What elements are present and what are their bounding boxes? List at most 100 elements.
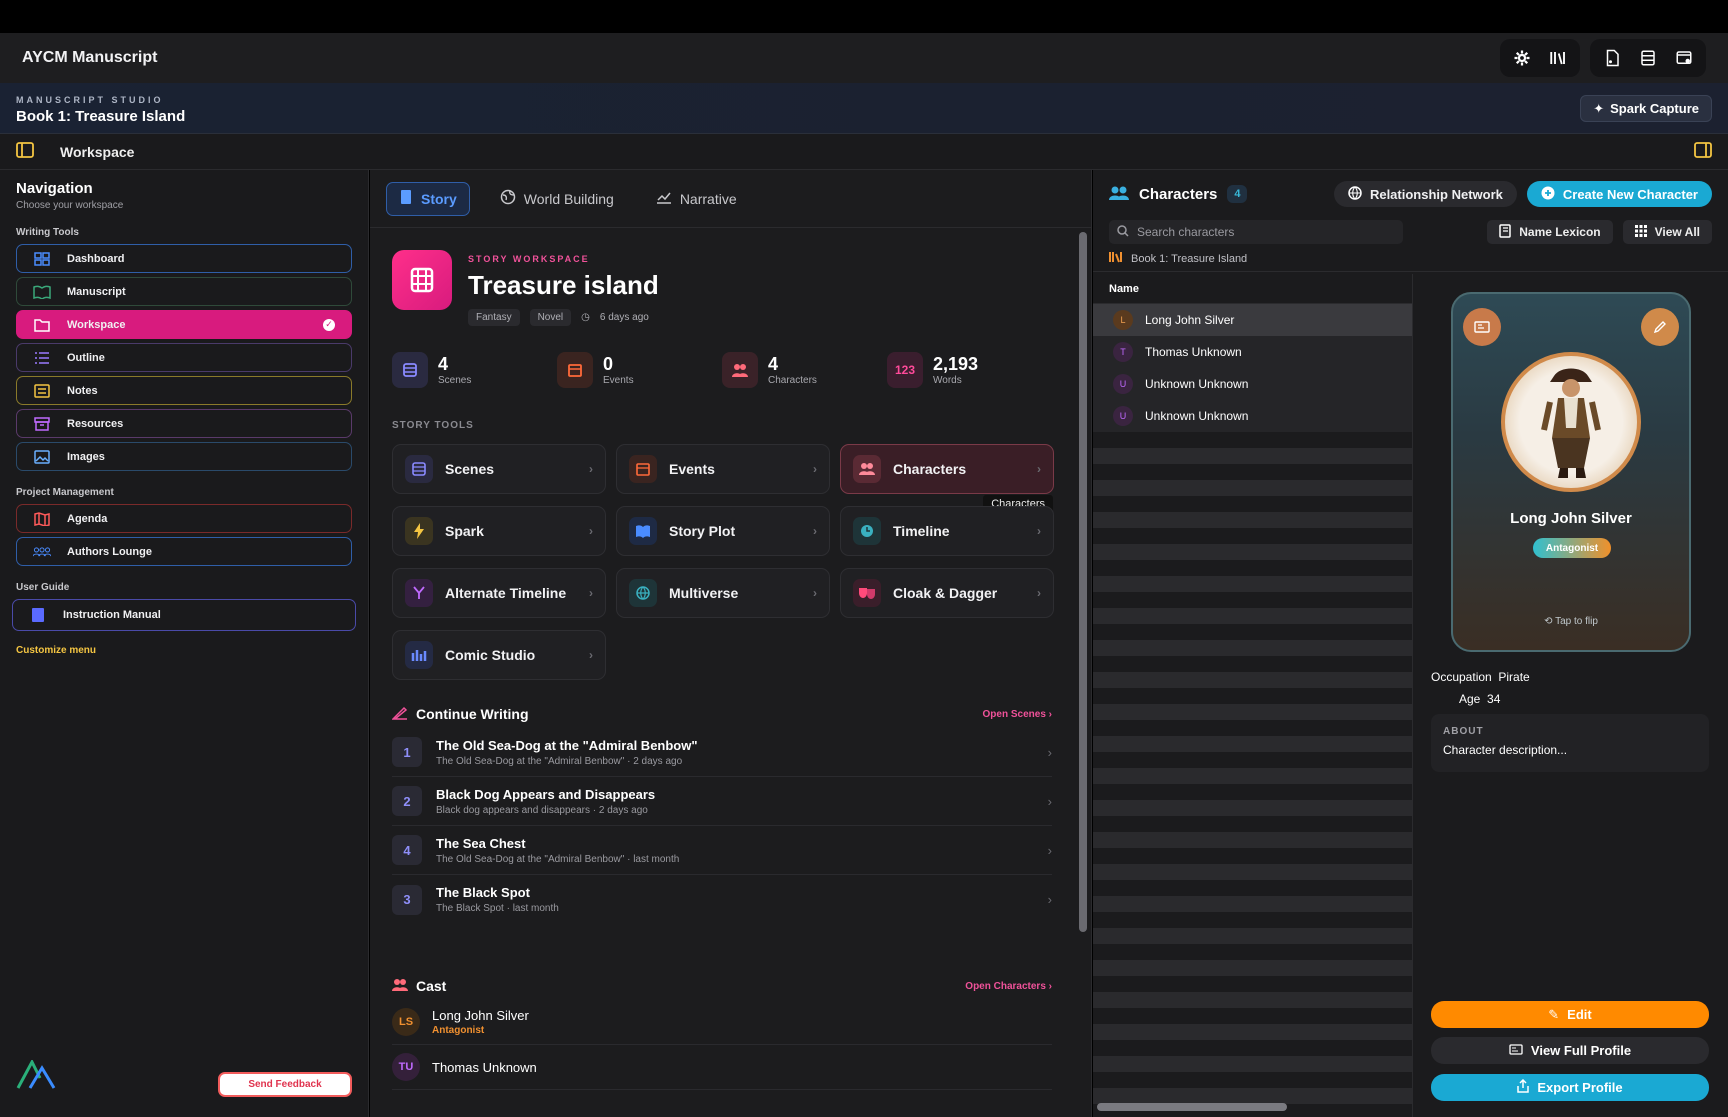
sidebar-item-workspace[interactable]: Workspace ✓ — [16, 310, 352, 339]
sidebar-item-label: Instruction Manual — [63, 609, 161, 621]
tool-events[interactable]: Events › — [616, 444, 830, 494]
sidebar-item-outline[interactable]: Outline — [16, 343, 352, 372]
id-card-icon[interactable] — [1463, 308, 1501, 346]
age-value: 34 — [1487, 692, 1501, 706]
edit-pencil-icon[interactable] — [1641, 308, 1679, 346]
library-icon[interactable] — [1542, 43, 1574, 73]
search-input[interactable]: Search characters — [1109, 220, 1403, 244]
table-row[interactable]: U Unknown Unknown — [1093, 400, 1412, 432]
name-lexicon-button[interactable]: Name Lexicon — [1487, 220, 1613, 244]
tab-world-building[interactable]: World Building — [488, 182, 626, 216]
tool-scenes[interactable]: Scenes › — [392, 444, 606, 494]
scene-row[interactable]: 4 The Sea Chest The Old Sea-Dog at the "… — [392, 826, 1052, 875]
characters-table: Name L Long John Silver T Thomas Unknown… — [1093, 274, 1413, 1117]
send-feedback-button[interactable]: Send Feedback — [218, 1072, 352, 1097]
tool-label: Characters — [893, 461, 967, 477]
table-scrollbar[interactable] — [1097, 1103, 1287, 1111]
tap-to-flip[interactable]: ⟲ Tap to flip — [1453, 616, 1689, 627]
file-music-icon[interactable] — [1596, 43, 1628, 73]
tool-alternate-timeline[interactable]: Alternate Timeline › — [392, 568, 606, 618]
sidebar-item-label: Dashboard — [67, 252, 125, 265]
tool-characters[interactable]: Characters › Characters — [840, 444, 1054, 513]
scene-row[interactable]: 1 The Old Sea-Dog at the "Admiral Benbow… — [392, 728, 1052, 777]
story-title: Treasure island — [468, 270, 659, 300]
sidebar-toggle-icon[interactable] — [16, 142, 34, 161]
sidebar-item-label: Workspace — [67, 318, 126, 331]
lightning-icon — [405, 517, 433, 545]
view-all-button[interactable]: View All — [1622, 220, 1712, 244]
sidebar-item-label: Images — [67, 450, 105, 463]
toolbar-group-right — [1590, 39, 1706, 77]
main-scrollbar[interactable] — [1079, 232, 1087, 932]
sidebar-item-label: Authors Lounge — [67, 545, 152, 558]
main-panel: Story World Building Narrative STORY WOR… — [370, 170, 1092, 1117]
list-icon — [33, 351, 51, 365]
edit-button[interactable]: ✎ Edit — [1431, 1001, 1709, 1028]
spark-capture-label: Spark Capture — [1610, 101, 1699, 116]
sidebar-item-label: Notes — [67, 384, 98, 397]
book-filter: Book 1: Treasure Island — [1093, 246, 1728, 272]
gear-icon[interactable] — [1506, 43, 1538, 73]
view-full-profile-button[interactable]: View Full Profile — [1431, 1037, 1709, 1064]
sidebar-item-agenda[interactable]: Agenda — [16, 504, 352, 533]
scene-row[interactable]: 3 The Black Spot The Black Spot · last m… — [392, 875, 1052, 924]
tool-label: Story Plot — [669, 523, 736, 539]
people-icon — [392, 978, 408, 995]
tool-comic-studio[interactable]: Comic Studio › — [392, 630, 606, 680]
cast-section: Cast Open Characters › LS Long John Silv… — [392, 972, 1052, 1090]
toolbar-group-left — [1500, 39, 1580, 77]
about-section: ABOUT Character description... — [1431, 714, 1709, 772]
studio-label: MANUSCRIPT STUDIO — [16, 95, 164, 105]
chevron-right-icon: › — [813, 586, 817, 600]
tool-story-plot[interactable]: Story Plot › — [616, 506, 830, 556]
character-portrait — [1501, 352, 1641, 492]
tool-timeline[interactable]: Timeline › — [840, 506, 1054, 556]
tab-story[interactable]: Story — [386, 181, 470, 216]
open-characters-link[interactable]: Open Characters › — [965, 981, 1052, 992]
stat-value: 4 — [438, 354, 449, 374]
sidebar-item-resources[interactable]: Resources — [16, 409, 352, 438]
sidebar-item-authors-lounge[interactable]: Authors Lounge — [16, 537, 352, 566]
table-body: L Long John Silver T Thomas Unknown U Un… — [1093, 304, 1412, 1114]
scenes-icon — [405, 455, 433, 483]
tool-cloak-dagger[interactable]: Cloak & Dagger › — [840, 568, 1054, 618]
avatar: T — [1113, 342, 1133, 362]
table-row[interactable]: T Thomas Unknown — [1093, 336, 1412, 368]
window-settings-icon[interactable] — [1668, 43, 1700, 73]
customize-menu-link[interactable]: Customize menu — [16, 645, 352, 656]
film-icon[interactable] — [1632, 43, 1664, 73]
cast-item[interactable]: TU Thomas Unknown — [392, 1045, 1052, 1090]
sidebar-item-dashboard[interactable]: Dashboard — [16, 244, 352, 273]
app-logo-icon — [16, 1058, 56, 1093]
top-bar — [0, 0, 1728, 33]
relationship-network-button[interactable]: Relationship Network — [1333, 181, 1517, 207]
tool-spark[interactable]: Spark › — [392, 506, 606, 556]
sidebar-item-label: Outline — [67, 351, 105, 364]
nav-title: Navigation — [16, 180, 93, 197]
sidebar-item-notes[interactable]: Notes — [16, 376, 352, 405]
chevron-right-icon: › — [589, 524, 593, 538]
column-header-name[interactable]: Name — [1093, 274, 1412, 304]
panel-toggle-icon[interactable] — [1694, 142, 1712, 161]
export-profile-button[interactable]: Export Profile — [1431, 1074, 1709, 1101]
tab-narrative[interactable]: Narrative — [644, 182, 749, 216]
open-scenes-link[interactable]: Open Scenes › — [983, 709, 1052, 720]
book-title: Book 1: Treasure Island — [16, 108, 186, 125]
character-card[interactable]: Long John Silver Antagonist ⟲ Tap to fli… — [1451, 292, 1691, 652]
tool-multiverse[interactable]: Multiverse › — [616, 568, 830, 618]
create-character-button[interactable]: Create New Character — [1526, 181, 1712, 207]
scene-row[interactable]: 2 Black Dog Appears and Disappears Black… — [392, 777, 1052, 826]
app-bar: AYCM Manuscript — [0, 33, 1728, 83]
clock-icon — [853, 517, 881, 545]
sidebar-item-instruction-manual[interactable]: Instruction Manual — [12, 599, 356, 631]
cast-item[interactable]: LS Long John Silver Antagonist — [392, 1000, 1052, 1045]
cast-role: Antagonist — [432, 1025, 485, 1036]
table-row[interactable]: U Unknown Unknown — [1093, 368, 1412, 400]
tool-label: Scenes — [445, 461, 495, 477]
sidebar-item-label: Manuscript — [67, 285, 126, 298]
sidebar-item-images[interactable]: Images — [16, 442, 352, 471]
sidebar-item-manuscript[interactable]: Manuscript — [16, 277, 352, 306]
spark-capture-button[interactable]: ✦ Spark Capture — [1580, 95, 1712, 122]
character-role-badge: Antagonist — [1533, 538, 1611, 558]
table-row[interactable]: L Long John Silver — [1093, 304, 1412, 336]
